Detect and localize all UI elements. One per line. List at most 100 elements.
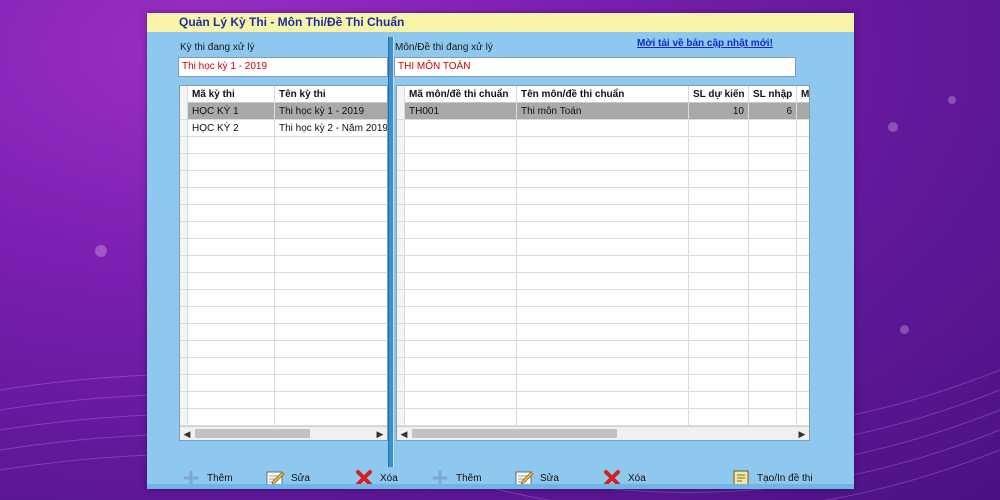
column-header-exam-name[interactable]: Tên kỳ thi — [275, 86, 387, 103]
empty-cell — [275, 392, 387, 408]
exam-name-cell[interactable]: Thi học kỳ 1 - 2019 — [275, 103, 387, 119]
empty-cell — [797, 375, 809, 391]
empty-cell — [689, 205, 749, 221]
empty-cell — [275, 375, 387, 391]
add-subject-label: Thêm — [456, 472, 482, 484]
row-indicator — [180, 222, 188, 238]
row-indicator — [397, 324, 405, 340]
empty-cell — [275, 307, 387, 323]
exam-grid-rows: HỌC KỲ 1 Thi học kỳ 1 - 2019 HỌC KỲ 2 Th… — [180, 103, 387, 426]
subject-name-cell[interactable]: Thi môn Toán — [517, 103, 689, 119]
empty-cell — [405, 392, 517, 408]
row-indicator — [397, 205, 405, 221]
empty-row — [397, 324, 809, 341]
empty-cell — [405, 222, 517, 238]
row-indicator — [397, 341, 405, 357]
row-indicator-header — [180, 86, 188, 103]
empty-cell — [188, 171, 275, 187]
empty-cell — [689, 188, 749, 204]
empty-row — [180, 341, 387, 358]
empty-row — [180, 375, 387, 392]
exam-code-cell[interactable]: HỌC KỲ 1 — [188, 103, 275, 119]
scroll-thumb[interactable] — [195, 429, 310, 438]
empty-cell — [405, 120, 517, 136]
row-indicator — [180, 188, 188, 204]
empty-cell — [405, 256, 517, 272]
empty-row — [397, 307, 809, 324]
column-header-more[interactable]: M — [797, 86, 809, 103]
subject-code-cell[interactable]: TH001 — [405, 103, 517, 119]
exam-grid[interactable]: Mã kỳ thi Tên kỳ thi HỌC KỲ 1 Thi học kỳ… — [179, 85, 388, 441]
empty-cell — [797, 273, 809, 289]
subject-grid[interactable]: Mã môn/đề thi chuẩn Tên môn/đề thi chuẩn… — [396, 85, 810, 441]
column-header-entered-qty[interactable]: SL nhập — [749, 86, 797, 103]
empty-row — [180, 171, 387, 188]
column-header-subject-name[interactable]: Tên môn/đề thi chuẩn — [517, 86, 689, 103]
empty-row — [397, 273, 809, 290]
empty-cell — [517, 375, 689, 391]
empty-cell — [188, 222, 275, 238]
update-link[interactable]: Mời tải về bản cập nhật mới! — [637, 38, 773, 49]
empty-cell — [405, 239, 517, 255]
empty-cell — [689, 256, 749, 272]
scroll-thumb[interactable] — [412, 429, 617, 438]
empty-cell — [797, 188, 809, 204]
empty-row — [397, 392, 809, 409]
panel-splitter[interactable] — [388, 37, 394, 467]
empty-cell — [749, 324, 797, 340]
subject-grid-hscrollbar[interactable]: ◀ ▶ — [397, 426, 809, 440]
entered-qty-cell[interactable]: 6 — [749, 103, 797, 119]
empty-cell — [689, 239, 749, 255]
empty-cell — [517, 137, 689, 153]
empty-cell — [517, 324, 689, 340]
row-indicator — [397, 222, 405, 238]
current-exam-label: Kỳ thi đang xử lý — [180, 42, 255, 53]
current-exam-field[interactable]: Thi học kỳ 1 - 2019 — [178, 57, 388, 77]
empty-cell — [188, 392, 275, 408]
column-header-exam-code[interactable]: Mã kỳ thi — [188, 86, 275, 103]
exam-name-cell[interactable]: Thi học kỳ 2 - Năm 2019 — [275, 120, 387, 136]
table-row[interactable]: TH001 Thi môn Toán 10 6 — [397, 103, 809, 120]
empty-cell — [517, 358, 689, 374]
empty-cell — [275, 324, 387, 340]
empty-cell — [188, 188, 275, 204]
current-subject-field[interactable]: THI MÔN TOÁN — [394, 57, 796, 77]
row-indicator — [180, 409, 188, 425]
row-indicator — [397, 375, 405, 391]
empty-cell — [405, 154, 517, 170]
empty-row — [180, 239, 387, 256]
subject-grid-rows: TH001 Thi môn Toán 10 6 — [397, 103, 809, 426]
empty-cell — [797, 154, 809, 170]
empty-cell — [188, 341, 275, 357]
scroll-right-icon[interactable]: ▶ — [373, 427, 387, 441]
column-header-expected-qty[interactable]: SL dự kiến — [689, 86, 749, 103]
row-indicator-header — [397, 86, 405, 103]
more-cell[interactable] — [797, 103, 809, 119]
empty-cell — [275, 205, 387, 221]
empty-cell — [188, 154, 275, 170]
empty-cell — [797, 137, 809, 153]
table-row[interactable]: HỌC KỲ 1 Thi học kỳ 1 - 2019 — [180, 103, 387, 120]
row-indicator — [397, 273, 405, 289]
empty-row — [397, 205, 809, 222]
row-indicator — [397, 307, 405, 323]
empty-cell — [517, 171, 689, 187]
row-indicator — [180, 392, 188, 408]
empty-cell — [797, 341, 809, 357]
expected-qty-cell[interactable]: 10 — [689, 103, 749, 119]
scroll-left-icon[interactable]: ◀ — [180, 427, 194, 441]
row-indicator — [180, 120, 188, 136]
scroll-left-icon[interactable]: ◀ — [397, 427, 411, 441]
table-row[interactable]: HỌC KỲ 2 Thi học kỳ 2 - Năm 2019 — [180, 120, 387, 137]
exam-code-cell[interactable]: HỌC KỲ 2 — [188, 120, 275, 136]
row-indicator — [397, 188, 405, 204]
empty-cell — [405, 358, 517, 374]
exam-grid-hscrollbar[interactable]: ◀ ▶ — [180, 426, 387, 440]
empty-cell — [517, 188, 689, 204]
scroll-right-icon[interactable]: ▶ — [795, 427, 809, 441]
empty-row — [180, 324, 387, 341]
window-title: Quản Lý Kỳ Thi - Môn Thi/Đề Thi Chuẩn — [147, 13, 854, 32]
column-header-subject-code[interactable]: Mã môn/đề thi chuẩn — [405, 86, 517, 103]
empty-cell — [689, 409, 749, 425]
row-indicator — [180, 239, 188, 255]
